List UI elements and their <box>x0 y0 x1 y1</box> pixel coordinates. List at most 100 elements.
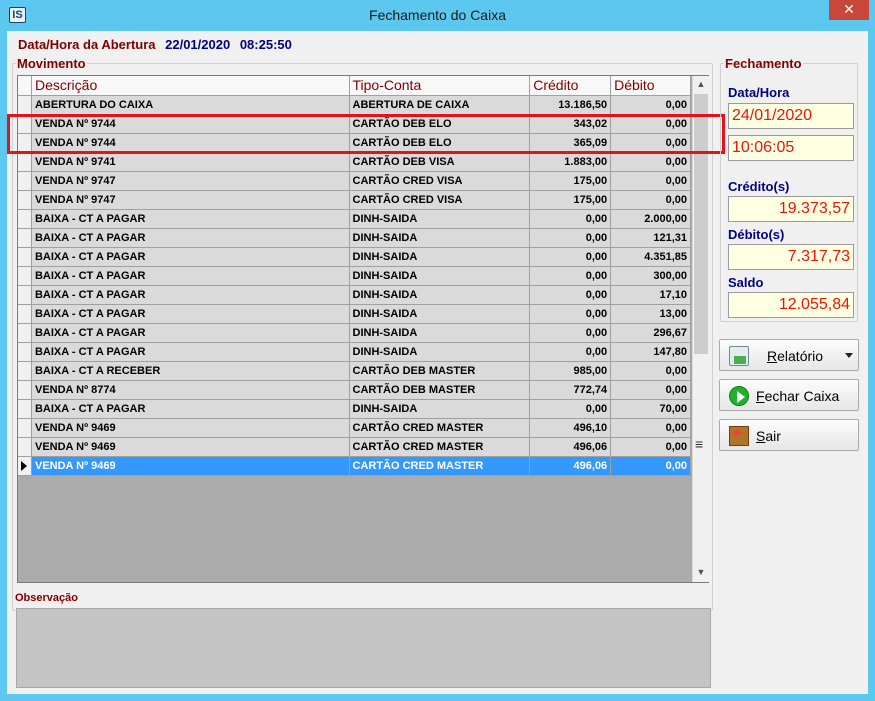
cell-descricao[interactable]: VENDA Nº 9744 <box>31 115 350 134</box>
cell-descricao[interactable]: BAIXA - CT A PAGAR <box>31 267 350 286</box>
row-indicator[interactable] <box>18 267 32 286</box>
cell-credito[interactable]: 985,00 <box>530 362 612 381</box>
row-indicator[interactable] <box>18 191 32 210</box>
table-row[interactable]: VENDA Nº 9469 CARTÃO CRED MASTER 496,10 0,0… <box>18 419 692 438</box>
table-row[interactable]: VENDA Nº 9469 CARTÃO CRED MASTER 496,06 0,0… <box>18 457 692 476</box>
cell-credito[interactable]: 496,10 <box>530 419 612 438</box>
cell-credito[interactable]: 772,74 <box>530 381 612 400</box>
cell-tipo-conta[interactable]: CARTÃO CRED VISA <box>349 191 531 210</box>
sair-button[interactable]: Sair <box>719 419 859 451</box>
row-indicator[interactable] <box>18 172 32 191</box>
cell-credito[interactable]: 0,00 <box>530 286 612 305</box>
vertical-scrollbar[interactable]: ▲ ▼ <box>692 76 709 582</box>
cell-credito[interactable]: 0,00 <box>530 248 612 267</box>
cell-descricao[interactable]: BAIXA - CT A PAGAR <box>31 286 350 305</box>
cell-descricao[interactable]: VENDA Nº 9469 <box>31 438 350 457</box>
row-indicator[interactable] <box>18 419 32 438</box>
fechar-caixa-button[interactable]: Fechar Caixa <box>719 379 859 411</box>
cell-descricao[interactable]: BAIXA - CT A PAGAR <box>31 305 350 324</box>
header-credito[interactable]: Crédito <box>530 76 612 96</box>
scroll-thumb[interactable] <box>694 94 708 354</box>
table-row[interactable]: VENDA Nº 9469 CARTÃO CRED MASTER 496,06 0,0… <box>18 438 692 457</box>
row-indicator[interactable] <box>18 229 32 248</box>
scroll-down-icon[interactable]: ▼ <box>693 564 709 581</box>
cell-descricao[interactable]: VENDA Nº 8774 <box>31 381 350 400</box>
cell-descricao[interactable]: BAIXA - CT A PAGAR <box>31 229 350 248</box>
cell-tipo-conta[interactable]: CARTÃO CRED VISA <box>349 172 531 191</box>
cell-descricao[interactable]: BAIXA - CT A PAGAR <box>31 343 350 362</box>
cell-debito[interactable]: 0,00 <box>611 115 692 134</box>
row-indicator[interactable] <box>18 362 32 381</box>
row-indicator[interactable] <box>18 134 32 153</box>
cell-credito[interactable]: 496,06 <box>530 457 612 476</box>
table-row[interactable]: ABERTURA DO CAIXA ABERTURA DE CAIXA 13.186… <box>18 96 692 115</box>
cell-credito[interactable]: 0,00 <box>530 210 612 229</box>
cell-descricao[interactable]: BAIXA - CT A RECEBER <box>31 362 350 381</box>
table-row[interactable]: VENDA Nº 9744 CARTÃO DEB ELO 365,09 0,00 <box>18 134 692 153</box>
cell-credito[interactable]: 175,00 <box>530 172 612 191</box>
cell-debito[interactable]: 0,00 <box>611 457 692 476</box>
cell-tipo-conta[interactable]: DINH-SAIDA <box>349 267 531 286</box>
table-row[interactable]: BAIXA - CT A PAGAR DINH-SAIDA 0,00 4.351,85 <box>18 248 692 267</box>
cell-debito[interactable]: 0,00 <box>611 96 692 115</box>
cell-descricao[interactable]: VENDA Nº 9469 <box>31 457 350 476</box>
table-row[interactable]: BAIXA - CT A PAGAR DINH-SAIDA 0,00 70,00 <box>18 400 692 419</box>
cell-credito[interactable]: 1.883,00 <box>530 153 612 172</box>
header-debito[interactable]: Débito <box>611 76 692 96</box>
cell-credito[interactable]: 175,00 <box>530 191 612 210</box>
cell-credito[interactable]: 0,00 <box>530 267 612 286</box>
table-row[interactable]: BAIXA - CT A PAGAR DINH-SAIDA 0,00 296,67 <box>18 324 692 343</box>
table-row[interactable]: VENDA Nº 8774 CARTÃO DEB MASTER 772,74 0,00 <box>18 381 692 400</box>
row-indicator[interactable] <box>18 210 32 229</box>
table-row[interactable]: BAIXA - CT A PAGAR DINH-SAIDA 0,00 147,80 <box>18 343 692 362</box>
cell-debito[interactable]: 0,00 <box>611 419 692 438</box>
row-indicator[interactable] <box>18 343 32 362</box>
cell-debito[interactable]: 13,00 <box>611 305 692 324</box>
cell-tipo-conta[interactable]: CARTÃO CRED MASTER <box>349 438 531 457</box>
cell-debito[interactable]: 17,10 <box>611 286 692 305</box>
header-descricao[interactable]: Descrição <box>31 76 350 96</box>
cell-descricao[interactable]: VENDA Nº 9747 <box>31 172 350 191</box>
row-indicator[interactable] <box>18 324 32 343</box>
cell-tipo-conta[interactable]: CARTÃO DEB VISA <box>349 153 531 172</box>
cell-debito[interactable]: 0,00 <box>611 191 692 210</box>
cell-tipo-conta[interactable]: CARTÃO DEB MASTER <box>349 381 531 400</box>
cell-tipo-conta[interactable]: DINH-SAIDA <box>349 229 531 248</box>
table-row[interactable]: BAIXA - CT A PAGAR DINH-SAIDA 0,00 121,31 <box>18 229 692 248</box>
relatorio-button[interactable]: Relatório <box>719 339 859 371</box>
row-indicator[interactable] <box>18 305 32 324</box>
table-row[interactable]: BAIXA - CT A PAGAR DINH-SAIDA 0,00 300,00 <box>18 267 692 286</box>
cell-debito[interactable]: 0,00 <box>611 438 692 457</box>
credito-value[interactable]: 19.373,57 <box>728 196 854 222</box>
table-row[interactable]: BAIXA - CT A PAGAR DINH-SAIDA 0,00 2.000,00 <box>18 210 692 229</box>
chevron-down-icon[interactable] <box>845 353 853 358</box>
cell-descricao[interactable]: VENDA Nº 9469 <box>31 419 350 438</box>
row-indicator[interactable] <box>18 286 32 305</box>
cell-descricao[interactable]: VENDA Nº 9747 <box>31 191 350 210</box>
cell-descricao[interactable]: VENDA Nº 9744 <box>31 134 350 153</box>
cell-credito[interactable]: 0,00 <box>530 324 612 343</box>
row-indicator[interactable] <box>18 96 32 115</box>
table-row[interactable]: VENDA Nº 9747 CARTÃO CRED VISA 175,00 0,00 <box>18 172 692 191</box>
table-row[interactable]: BAIXA - CT A PAGAR DINH-SAIDA 0,00 13,00 <box>18 305 692 324</box>
cell-credito[interactable]: 0,00 <box>530 305 612 324</box>
cell-debito[interactable]: 70,00 <box>611 400 692 419</box>
cell-tipo-conta[interactable]: DINH-SAIDA <box>349 400 531 419</box>
cell-tipo-conta[interactable]: DINH-SAIDA <box>349 286 531 305</box>
cell-debito[interactable]: 0,00 <box>611 134 692 153</box>
cell-debito[interactable]: 0,00 <box>611 362 692 381</box>
cell-credito[interactable]: 0,00 <box>530 343 612 362</box>
cell-debito[interactable]: 296,67 <box>611 324 692 343</box>
debito-value[interactable]: 7.317,73 <box>728 244 854 270</box>
cell-tipo-conta[interactable]: CARTÃO DEB ELO <box>349 134 531 153</box>
cell-descricao[interactable]: VENDA Nº 9741 <box>31 153 350 172</box>
observacao-field[interactable] <box>16 608 711 688</box>
cell-debito[interactable]: 0,00 <box>611 172 692 191</box>
scroll-up-icon[interactable]: ▲ <box>693 76 709 93</box>
cell-debito[interactable]: 2.000,00 <box>611 210 692 229</box>
cell-tipo-conta[interactable]: CARTÃO DEB ELO <box>349 115 531 134</box>
cell-debito[interactable]: 0,00 <box>611 381 692 400</box>
cell-descricao[interactable]: ABERTURA DO CAIXA <box>31 96 350 115</box>
cell-debito[interactable]: 0,00 <box>611 153 692 172</box>
row-indicator[interactable] <box>18 381 32 400</box>
